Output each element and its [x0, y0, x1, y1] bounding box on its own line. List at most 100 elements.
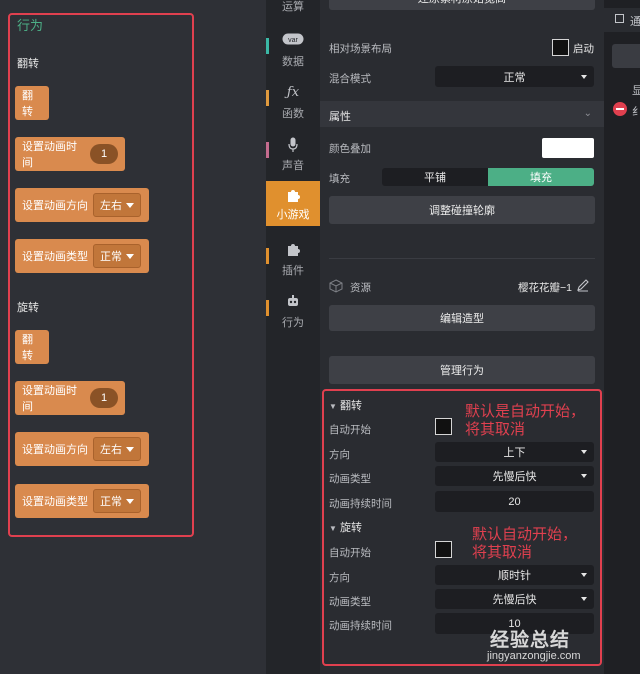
flip-behavior-header[interactable]: ▼ 翻转: [329, 397, 362, 413]
right-tab-label: 通: [630, 16, 640, 28]
var-icon: var: [266, 33, 320, 49]
category-label: 小游戏: [276, 209, 310, 221]
category-label: 函数: [282, 108, 304, 120]
chevron-down-icon: [126, 446, 134, 452]
note-line: 将其取消: [465, 421, 526, 438]
rotate-direction-select[interactable]: 顺时针: [435, 565, 594, 585]
rotate-behavior-header[interactable]: ▼ 旋转: [329, 519, 362, 535]
remove-icon[interactable]: [613, 102, 627, 116]
select-value: 先慢后快: [492, 471, 537, 483]
rotate-block[interactable]: 翻转: [15, 330, 49, 364]
cube-icon: [329, 279, 343, 293]
pencil-icon[interactable]: [576, 278, 590, 292]
category-data[interactable]: var 数据: [266, 33, 320, 69]
robot-icon: [266, 294, 320, 310]
category-sidebar: 运算 var 数据 ƒx 函数 声音 小游戏 插件 行为: [266, 0, 320, 674]
section-title: 行为: [17, 18, 44, 33]
category-label: 行为: [282, 317, 304, 329]
flip-auto-start-label: 自动开始: [329, 424, 371, 436]
select-value: 上下: [503, 447, 526, 459]
flip-block[interactable]: 翻转: [15, 86, 49, 120]
chevron-down-icon: [581, 474, 587, 478]
relative-layout-label: 相对场景布局: [329, 43, 392, 55]
dropdown-value: 正常: [100, 496, 122, 508]
time-value-pill[interactable]: 1: [90, 144, 118, 164]
divider: [329, 258, 595, 259]
caret-down-icon: ▼: [329, 402, 337, 411]
watermark-url: jingyanzongjie.com: [487, 650, 581, 662]
mic-icon: [266, 137, 320, 153]
block-label: 翻转: [22, 334, 33, 362]
set-anim-type-block[interactable]: 设置动画类型 正常: [15, 484, 149, 518]
category-sound[interactable]: 声音: [266, 137, 320, 173]
category-minigame[interactable]: 小游戏: [266, 181, 320, 226]
type-dropdown[interactable]: 正常: [93, 489, 141, 513]
type-dropdown[interactable]: 正常: [93, 244, 141, 268]
plugin-icon: [266, 242, 320, 258]
select-value: 先慢后快: [492, 594, 537, 606]
rotate-anim-type-select[interactable]: 先慢后快: [435, 589, 594, 609]
rotate-anim-type-label: 动画类型: [329, 596, 371, 608]
fill-label: 填充: [329, 173, 350, 185]
chevron-down-icon: [581, 74, 587, 79]
set-anim-time-block[interactable]: 设置动画时间 1: [15, 137, 125, 171]
direction-dropdown[interactable]: 左右: [93, 437, 141, 461]
relative-layout-checkbox[interactable]: [552, 39, 569, 56]
rotate-category-title: 旋转: [17, 302, 39, 314]
flip-anim-type-select[interactable]: 先慢后快: [435, 466, 594, 486]
set-anim-type-block[interactable]: 设置动画类型 正常: [15, 239, 149, 273]
restore-size-button[interactable]: 还原素材原始宽高: [329, 0, 595, 10]
right-strip: 通 显 纟: [604, 0, 640, 674]
fx-icon: ƒx: [286, 85, 300, 100]
minus-glyph: [616, 108, 624, 110]
set-anim-time-block[interactable]: 设置动画时间 1: [15, 381, 125, 415]
edit-shape-button[interactable]: 编辑造型: [329, 305, 595, 331]
note-line: 默认自动开始，: [472, 526, 578, 543]
category-plugins[interactable]: 插件: [266, 242, 320, 278]
category-label: 运算: [282, 1, 304, 13]
dropdown-value: 左右: [100, 444, 122, 456]
flip-behavior-title: 翻转: [339, 400, 362, 412]
flip-duration-input[interactable]: 20: [435, 491, 594, 512]
select-value: 正常: [503, 71, 526, 84]
fill-fill-option[interactable]: 填充: [488, 168, 594, 186]
rotate-direction-label: 方向: [329, 572, 350, 584]
set-anim-direction-block[interactable]: 设置动画方向 左右: [15, 188, 149, 222]
fill-tile-option[interactable]: 平铺: [382, 168, 488, 186]
caret-down-icon: ▼: [329, 524, 337, 533]
block-label: 设置动画方向: [22, 444, 88, 456]
right-button[interactable]: [612, 44, 640, 68]
color-overlay-swatch[interactable]: [542, 138, 594, 158]
chevron-down-icon: [581, 450, 587, 454]
block-label: 设置动画类型: [22, 251, 88, 263]
blend-mode-select[interactable]: 正常: [435, 66, 594, 87]
chevron-down-icon: ⌄: [583, 108, 592, 119]
flip-category-title: 翻转: [17, 58, 39, 70]
category-behavior[interactable]: 行为: [266, 294, 320, 330]
note-line: 将其取消: [472, 544, 533, 561]
blend-mode-label: 混合模式: [329, 73, 371, 85]
select-value: 顺时针: [498, 570, 531, 582]
direction-dropdown[interactable]: 左右: [93, 193, 141, 217]
right-label: 纟: [632, 106, 640, 118]
flip-auto-start-checkbox[interactable]: [435, 418, 452, 435]
block-label: 设置动画时间: [22, 385, 77, 413]
category-operators[interactable]: 运算: [266, 0, 320, 14]
flip-direction-select[interactable]: 上下: [435, 442, 594, 462]
attr-header[interactable]: 属性 ⌄: [320, 101, 604, 127]
rotate-auto-start-checkbox[interactable]: [435, 541, 452, 558]
manage-behavior-button[interactable]: 管理行为: [329, 356, 595, 384]
set-anim-direction-block[interactable]: 设置动画方向 左右: [15, 432, 149, 466]
adjust-collision-button[interactable]: 调整碰撞轮廓: [329, 196, 595, 224]
category-functions[interactable]: ƒx 函数: [266, 85, 320, 121]
dropdown-value: 左右: [100, 200, 122, 212]
block-label: 设置动画时间: [22, 141, 77, 169]
chevron-down-icon: [126, 202, 134, 208]
block-label: 设置动画方向: [22, 200, 88, 212]
properties-panel: 还原素材原始宽高 相对场景布局 启动 混合模式 正常 属性 ⌄ 颜色叠加 填充 …: [320, 0, 604, 674]
time-value-pill[interactable]: 1: [90, 388, 118, 408]
right-tab[interactable]: 通: [604, 8, 640, 32]
flip-duration-label: 动画持续时间: [329, 498, 392, 510]
category-label: 数据: [282, 56, 304, 68]
right-label: 显: [632, 85, 640, 97]
